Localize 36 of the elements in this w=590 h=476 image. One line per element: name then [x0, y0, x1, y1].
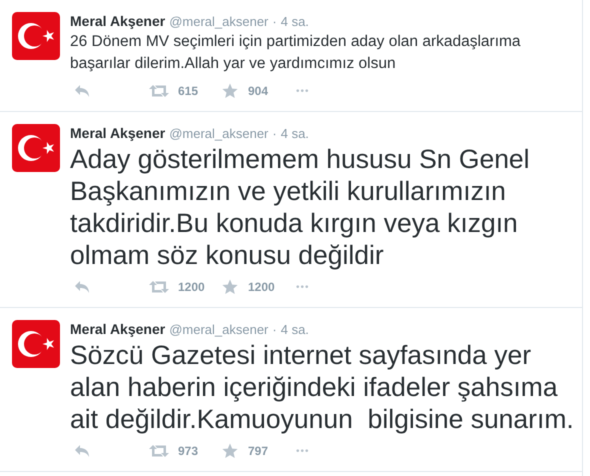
- separator-dot: ·: [272, 13, 277, 31]
- tweet-time[interactable]: 4 sa.: [280, 13, 309, 31]
- separator-dot: ·: [272, 125, 277, 143]
- star-icon[interactable]: [222, 83, 238, 99]
- reply-icon[interactable]: [74, 444, 90, 458]
- flag-avatar-icon[interactable]: [12, 320, 60, 368]
- reply-icon[interactable]: [74, 84, 90, 98]
- more-button[interactable]: •••: [296, 446, 310, 456]
- tweet-text: Sözcü Gazetesi internet sayfasında yer alan haberin içeriğindeki ifadeler şahsıma ait değildir.Kamuoyunun bilgisine sunarım.: [70, 339, 575, 435]
- author-handle[interactable]: @meral_aksener: [169, 13, 268, 31]
- flag-avatar-icon[interactable]: [12, 12, 60, 60]
- favorite-count: 797: [248, 444, 270, 458]
- more-button[interactable]: •••: [296, 282, 310, 292]
- star-icon[interactable]: [222, 443, 238, 459]
- retweet-icon[interactable]: [148, 84, 170, 98]
- star-icon[interactable]: [222, 279, 238, 295]
- author-name[interactable]: Meral Akşener: [70, 320, 166, 338]
- favorite-count: 904: [248, 84, 270, 98]
- reply-icon[interactable]: [74, 280, 90, 294]
- more-button[interactable]: •••: [296, 86, 310, 96]
- author-name[interactable]: Meral Akşener: [70, 12, 166, 30]
- tweet-text: 26 Dönem MV seçimleri için partimizden aday olan arkadaşlarıma başarılar dilerim.Allah yar ve yardımcımız olsun: [70, 32, 522, 74]
- retweet-icon[interactable]: [148, 280, 170, 294]
- tweet-text: Aday gösterilmemem hususu Sn Genel Başkanımızın ve yetkili kurullarımızın takdiridir.Bu konuda kırgın veya kızgın olmam söz konusu değildir: [70, 143, 531, 271]
- favorite-count: 1200: [248, 280, 276, 294]
- separator-dot: ·: [272, 321, 277, 339]
- tweet-time[interactable]: 4 sa.: [280, 125, 309, 143]
- retweet-count: 973: [178, 444, 200, 458]
- retweet-icon[interactable]: [148, 444, 170, 458]
- tweet-time[interactable]: 4 sa.: [280, 321, 309, 339]
- retweet-count: 615: [178, 84, 200, 98]
- author-handle[interactable]: @meral_aksener: [169, 321, 268, 339]
- retweet-count: 1200: [178, 280, 206, 294]
- flag-avatar-icon[interactable]: [12, 124, 60, 172]
- author-name[interactable]: Meral Akşener: [70, 124, 166, 142]
- author-handle[interactable]: @meral_aksener: [169, 125, 268, 143]
